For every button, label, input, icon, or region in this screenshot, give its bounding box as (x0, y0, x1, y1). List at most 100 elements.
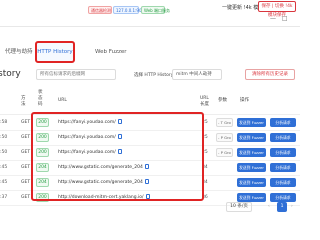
time-cell-text: :45 (0, 180, 8, 185)
url-cell: https://fanyi.youdao.com/ (58, 119, 122, 126)
url-cell-text: http://download-mitm-cert.yaklang.io/ (58, 195, 144, 200)
send-to-fuzzer-button[interactable]: 发送到 Fuzzer (237, 148, 266, 157)
analyze-request-button-text: 分析请求 (275, 135, 291, 140)
column-header-url-length[interactable]: URL 长度 (200, 96, 209, 108)
method-cell: GET (21, 134, 30, 141)
column-header-status[interactable]: 状 态 码 (38, 90, 43, 108)
method-cell: GET (21, 194, 30, 201)
analyze-request-button[interactable]: 分析请求 (270, 148, 296, 157)
table-row[interactable]: :58 GET 200 https://fanyi.youdao.com/25 - T … (0, 115, 300, 131)
url-cell-text: https://fanyi.youdao.com/ (58, 120, 116, 125)
column-header-method[interactable]: 方 法 (21, 96, 26, 108)
copy-icon[interactable] (117, 134, 122, 139)
method-cell: GET (21, 149, 30, 156)
copy-icon[interactable] (144, 179, 149, 184)
method-cell-text: GET (21, 120, 31, 125)
page-number-button[interactable]: 1 (277, 202, 287, 212)
copy-icon[interactable] (117, 149, 122, 154)
table-row[interactable]: :45 GET 204 http://www.gstatic.com/generate… (0, 160, 300, 176)
status-code-badge: 200 (36, 118, 49, 127)
send-to-fuzzer-button[interactable]: 发送到 Fuzzer (237, 118, 266, 127)
send-to-fuzzer-button-text: 发送到 Fuzzer (239, 180, 264, 185)
analyze-request-button-text: 分析请求 (275, 165, 291, 170)
url-cell-text: http://www.gstatic.com/generate_204 (58, 165, 143, 170)
url-length-cell-text: 34 (202, 165, 208, 170)
url-length-cell-text: 36 (202, 195, 208, 200)
url-length-cell-text: 34 (202, 180, 208, 185)
window-controls[interactable]: — □ (270, 15, 290, 22)
page-title: story (0, 69, 21, 79)
url-length-cell-text: 25 (202, 135, 208, 140)
status-code-badge-text: 200 (38, 120, 47, 125)
analyze-request-button[interactable]: 分析请求 (270, 118, 296, 127)
search-input[interactable] (36, 69, 116, 80)
copy-icon[interactable] (144, 164, 149, 169)
column-header-url[interactable]: URL (58, 98, 67, 104)
next-page-button[interactable]: › (291, 202, 293, 212)
analyze-request-button[interactable]: 分析请求 (270, 163, 296, 172)
tab-proxy-hijack[interactable]: 代理与劫持 (0, 45, 38, 59)
time-cell: :45 (0, 164, 7, 171)
status-code-badge: 200 (36, 193, 49, 202)
table-row[interactable]: :45 GET 204 http://www.gstatic.com/generate… (0, 175, 300, 191)
source-select[interactable]: mitm 中间人劫持 (172, 69, 222, 80)
status-code-badge-text: 204 (38, 180, 47, 185)
analyze-request-button-text: 分析请求 (275, 195, 291, 200)
method-cell: GET (21, 179, 30, 186)
analyze-request-button[interactable]: 分析请求 (270, 178, 296, 187)
param-tag: - P Gro (216, 133, 233, 142)
time-cell-text: :58 (0, 120, 8, 125)
url-cell-text: http://www.gstatic.com/generate_204 (58, 180, 143, 185)
prev-page-button[interactable]: ‹ (268, 202, 270, 212)
status-badge-check: 通信器检测 (88, 6, 112, 14)
url-cell-text: https://fanyi.youdao.com/ (58, 135, 116, 140)
url-length-cell: 34 (202, 164, 208, 171)
method-cell-text: GET (21, 165, 31, 170)
url-cell-text: https://fanyi.youdao.com/ (58, 150, 116, 155)
send-to-fuzzer-button[interactable]: 发送到 Fuzzer (237, 193, 266, 202)
time-cell: :50 (0, 134, 7, 141)
url-cell: http://download-mitm-cert.yaklang.io/ (58, 194, 150, 201)
tab-web-fuzzer[interactable]: Web Fuzzer (90, 45, 132, 59)
url-length-cell-text: 25 (202, 150, 208, 155)
url-cell: http://www.gstatic.com/generate_204 (58, 179, 149, 186)
send-to-fuzzer-button-text: 发送到 Fuzzer (239, 150, 264, 155)
page-size-select[interactable]: 10 条/页 (226, 202, 252, 212)
table-header: 方 法 状 态 码 URL URL 长度 参数 操作 (0, 86, 300, 115)
time-cell-text: :45 (0, 165, 8, 170)
status-code-badge: 200 (36, 148, 49, 157)
column-header-actions: 操作 (240, 98, 249, 103)
param-tag-text: - T Gro (218, 120, 231, 125)
analyze-request-button[interactable]: 分析请求 (270, 193, 296, 202)
send-to-fuzzer-button[interactable]: 发送到 Fuzzer (237, 178, 266, 187)
url-cell: https://fanyi.youdao.com/ (58, 134, 122, 141)
analyze-request-button[interactable]: 分析请求 (270, 133, 296, 142)
method-cell-text: GET (21, 195, 31, 200)
method-cell: GET (21, 119, 30, 126)
clear-history-button[interactable]: 清除所有历史记录 (245, 69, 295, 80)
url-length-cell: 34 (202, 179, 208, 186)
send-to-fuzzer-button-text: 发送到 Fuzzer (239, 195, 264, 200)
send-to-fuzzer-button[interactable]: 发送到 Fuzzer (237, 163, 266, 172)
save-switch-button[interactable]: 保存 | 切换 !4k 模块保存 (258, 1, 296, 18)
top-bar: 通信器检测 127.0.0.1:9090 Web 端口服务 一键更新 !4k 模… (0, 0, 300, 27)
url-length-cell-text: 25 (202, 120, 208, 125)
copy-icon[interactable] (145, 194, 150, 199)
method-cell: GET (21, 164, 30, 171)
table-row[interactable]: :50 GET 200 https://fanyi.youdao.com/25 - P … (0, 130, 300, 146)
method-cell-text: GET (21, 180, 31, 185)
status-code-badge: 204 (36, 178, 49, 187)
tab-bar: 代理与劫持 HTTP History Web Fuzzer (0, 37, 300, 63)
param-tag: - P Gro (216, 148, 233, 157)
analyze-request-button-text: 分析请求 (275, 150, 291, 155)
send-to-fuzzer-button[interactable]: 发送到 Fuzzer (237, 133, 266, 142)
table-row[interactable]: :50 GET 200 https://fanyi.youdao.com/25 - P … (0, 145, 300, 161)
table-row[interactable]: :37 GET 200 http://download-mitm-cert.yakla… (0, 190, 300, 206)
copy-icon[interactable] (117, 119, 122, 124)
status-code-badge-text: 204 (38, 165, 47, 170)
url-length-cell: 36 (202, 194, 208, 201)
status-code-badge-text: 200 (38, 150, 47, 155)
time-cell-text: :50 (0, 135, 8, 140)
tab-http-history[interactable]: HTTP History (35, 41, 75, 63)
url-length-cell: 25 (202, 134, 208, 141)
